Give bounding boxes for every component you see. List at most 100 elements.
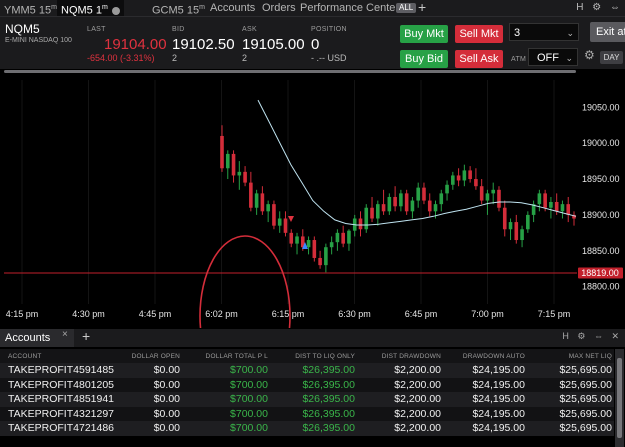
x-tick-label: 6:45 pm <box>405 309 438 319</box>
dist-to-liq-cell: $26,395.00 <box>270 392 357 407</box>
dist-drawdown-cell: $2,200.00 <box>357 363 443 378</box>
sell-ask-button[interactable]: Sell Ask <box>455 50 503 68</box>
y-tick-label: 19000.00 <box>582 138 620 148</box>
buy-bid-button[interactable]: Buy Bid <box>400 50 448 68</box>
x-tick-label: 4:15 pm <box>6 309 39 319</box>
candle-body <box>520 229 524 241</box>
candle-body <box>410 200 415 212</box>
add-panel-button[interactable]: + <box>82 328 90 344</box>
total-pnl-cell: $700.00 <box>182 363 270 378</box>
max-net-liq-cell: $25,695.00 <box>527 363 614 378</box>
candle-body <box>347 230 351 244</box>
candle-body <box>566 204 571 215</box>
panel-controls-icon[interactable]: H ⚙ ⇔ ✕ <box>562 331 622 342</box>
chevron-down-icon: ⌄ <box>566 28 574 38</box>
drawdown-auto-cell: $24,195.00 <box>443 406 527 421</box>
scrollbar-thumb[interactable] <box>617 358 622 438</box>
x-tick-label: 4:45 pm <box>139 309 172 319</box>
candle-body <box>329 242 334 248</box>
tab-performance-center[interactable]: Performance Center <box>300 0 399 16</box>
account-cell: TAKEPROFIT4721486 <box>0 421 114 436</box>
candle-body <box>324 247 328 266</box>
tab-timeframe-unit: m <box>199 4 205 11</box>
candle-body <box>335 232 340 243</box>
x-tick-label: 4:30 pm <box>72 309 105 319</box>
candle-body <box>399 193 403 207</box>
ask-price: 19105.00 <box>242 36 305 53</box>
table-row[interactable]: TAKEPROFIT4851941 $0.00 $700.00 $26,395.… <box>0 392 614 407</box>
price-chart[interactable]: 18819.00 19050.00 19000.00 18950.00 18900.0… <box>0 74 625 328</box>
accounts-panel-header: Accounts × + H ⚙ ⇔ ✕ <box>0 328 625 347</box>
candle-body <box>381 204 386 212</box>
candle-body <box>266 204 270 212</box>
candle-body <box>306 240 311 248</box>
quote-header: NQM5 E-MINI NASDAQ 100 LAST 19104.00 -65… <box>0 17 625 69</box>
table-row[interactable]: TAKEPROFIT4801205 $0.00 $700.00 $26,395.… <box>0 377 614 392</box>
position-pnl: - .-- USD <box>311 53 347 63</box>
window-controls-icon[interactable]: H ⚙ ⇔ <box>576 0 623 16</box>
account-cell: TAKEPROFIT4591485 <box>0 363 114 378</box>
account-cell: TAKEPROFIT4851941 <box>0 392 114 407</box>
tab-orders[interactable]: Orders <box>262 0 296 16</box>
gear-icon[interactable]: ⚙ <box>584 48 595 62</box>
y-tick-label: 18900.00 <box>582 210 620 220</box>
candle-body <box>537 193 542 205</box>
ask-size: 2 <box>242 53 248 63</box>
atm-label: ATM <box>511 56 527 63</box>
column-header[interactable]: ACCOUNT <box>0 349 112 363</box>
max-net-liq-cell: $25,695.00 <box>527 392 614 407</box>
accounts-tab-label: Accounts <box>5 332 51 344</box>
candle-body <box>254 193 259 208</box>
close-icon[interactable]: × <box>62 329 68 340</box>
candle-body <box>231 153 236 176</box>
candle-body <box>549 201 553 208</box>
candle-body <box>502 207 507 230</box>
column-header[interactable]: MAX NET LIQ <box>527 349 614 363</box>
atm-select[interactable]: OFF ⌄ <box>528 48 578 66</box>
sell-mkt-button[interactable]: Sell Mkt <box>455 25 503 43</box>
tab-label: YMM5 15 <box>4 4 52 17</box>
column-header[interactable]: DIST TO LIQ ONLY <box>270 349 357 363</box>
tab-accounts[interactable]: Accounts <box>210 0 255 16</box>
candle-body <box>237 171 242 176</box>
total-pnl-cell: $700.00 <box>182 377 270 392</box>
tab-nqm5[interactable]: NQM5 1m <box>57 0 124 17</box>
candle-body <box>451 175 455 185</box>
table-row[interactable]: TAKEPROFIT4721486 $0.00 $700.00 $26,395.… <box>0 421 614 436</box>
candle-body <box>474 179 478 187</box>
exit-at-button[interactable]: Exit at <box>590 22 625 42</box>
tab-close-dot-icon[interactable] <box>111 6 120 15</box>
candle-body <box>497 189 501 208</box>
candle-body <box>543 193 547 208</box>
dist-to-liq-cell: $26,395.00 <box>270 406 357 421</box>
max-net-liq-cell: $25,695.00 <box>527 421 614 436</box>
candle-body <box>491 189 496 194</box>
table-row[interactable]: TAKEPROFIT4591485 $0.00 $700.00 $26,395.… <box>0 363 614 378</box>
column-header[interactable]: DOLLAR OPEN <box>112 349 182 363</box>
candle-body <box>220 135 224 169</box>
bid-label: BID <box>172 26 185 33</box>
account-cell: TAKEPROFIT4801205 <box>0 377 114 392</box>
tab-bar: YMM5 15m NQM5 1m GCM5 15m Accounts Order… <box>0 0 625 17</box>
candle-body <box>485 193 490 201</box>
day-button[interactable]: DAY <box>600 51 623 64</box>
add-tab-button[interactable]: + <box>418 0 426 15</box>
column-header[interactable]: DRAWDOWN AUTO <box>443 349 527 363</box>
drawdown-auto-cell: $24,195.00 <box>443 363 527 378</box>
candle-body <box>376 204 380 219</box>
dist-to-liq-cell: $26,395.00 <box>270 363 357 378</box>
quantity-select[interactable]: 3 ⌄ <box>509 23 579 41</box>
x-tick-label: 7:00 pm <box>471 309 504 319</box>
tab-gcm5[interactable]: GCM5 15m <box>152 0 205 17</box>
table-row[interactable]: TAKEPROFIT4321297 $0.00 $700.00 $26,395.… <box>0 406 614 421</box>
candle-body <box>439 193 444 205</box>
candle-body <box>260 193 265 212</box>
column-header[interactable]: DIST DRAWDOWN <box>357 349 443 363</box>
tab-ymm5[interactable]: YMM5 15m <box>4 0 57 17</box>
horizontal-scrollbar[interactable] <box>4 70 576 73</box>
all-tabs-button[interactable]: ALL <box>394 0 417 16</box>
candle-body <box>404 193 409 212</box>
column-header[interactable]: DOLLAR TOTAL P L <box>182 349 270 363</box>
dist-drawdown-cell: $2,200.00 <box>357 377 443 392</box>
buy-mkt-button[interactable]: Buy Mkt <box>400 25 448 43</box>
